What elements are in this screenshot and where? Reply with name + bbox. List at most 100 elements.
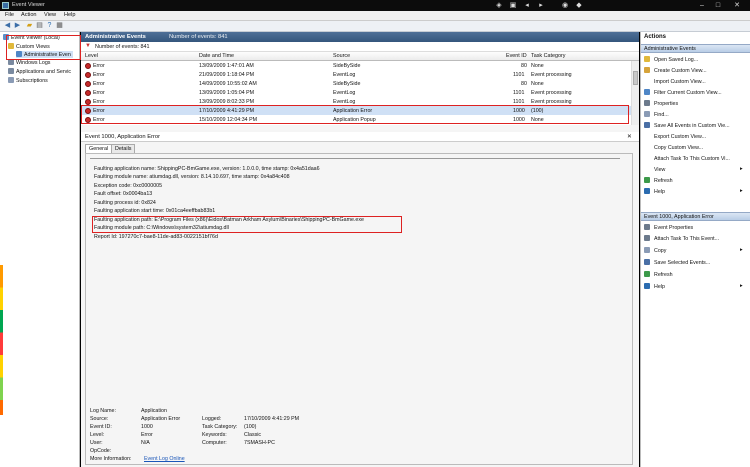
- action-open-saved-log[interactable]: Open Saved Log...: [644, 56, 698, 63]
- label-source: Source:: [90, 416, 109, 422]
- event-log-online-link[interactable]: Event Log Online: [144, 456, 185, 462]
- label-keywords: Keywords:: [202, 432, 227, 438]
- action-find[interactable]: Find...: [644, 111, 669, 118]
- action-save-all-events[interactable]: Save All Events in Custom Vie...: [644, 122, 730, 129]
- col-source[interactable]: Source: [333, 53, 350, 59]
- action-save-selected-events[interactable]: Save Selected Events...: [644, 259, 710, 266]
- action-export-custom-view[interactable]: Export Custom View...: [644, 133, 706, 140]
- value-computer: 7SMASH-PC: [244, 440, 275, 446]
- restore-icon[interactable]: ◈: [494, 1, 504, 10]
- table-row[interactable]: Error 13/09/2009 1:05:04 PM EventLog 110…: [81, 88, 631, 97]
- action-view[interactable]: View ▸: [644, 166, 743, 173]
- event-count-bar: ▼ Number of events: 841: [81, 42, 639, 52]
- value-user: N/A: [141, 440, 150, 446]
- table-row[interactable]: Error 13/09/2009 1:47:01 AM SideBySide 8…: [81, 61, 631, 70]
- filter-icon: [644, 89, 650, 95]
- menu-action[interactable]: Action: [21, 12, 37, 18]
- highlight-box: [81, 105, 629, 124]
- submenu-arrow-icon: ▸: [740, 247, 743, 253]
- properties-icon[interactable]: ▤: [35, 22, 44, 30]
- error-icon: [85, 89, 91, 96]
- actions-section-administrative-events[interactable]: Administrative Events: [641, 44, 750, 53]
- task-icon: [644, 235, 650, 241]
- folder-icon[interactable]: ▰: [25, 22, 34, 30]
- properties-icon: [644, 100, 650, 106]
- forward-icon[interactable]: ▶: [13, 22, 22, 30]
- action-attach-task-custom-view[interactable]: Attach Task To This Custom Vi...: [644, 155, 730, 162]
- action-help[interactable]: Help ▸: [644, 188, 743, 195]
- expand-icon[interactable]: ◂: [522, 1, 532, 10]
- action-attach-task-event[interactable]: Attach Task To This Event...: [644, 235, 719, 242]
- help-icon: [644, 188, 650, 194]
- col-event-id[interactable]: Event ID: [506, 53, 527, 59]
- event-list[interactable]: Error 13/09/2009 1:47:01 AM SideBySide 8…: [81, 61, 631, 125]
- list-header: Administrative Events Number of events: …: [81, 32, 639, 42]
- value-log-name: Application: [141, 408, 167, 414]
- tab-details[interactable]: Details: [111, 144, 136, 153]
- event-message[interactable]: Faulting application name: ShippingPC-Bm…: [90, 158, 620, 390]
- event-list-scrollbar[interactable]: [631, 61, 639, 125]
- subscriptions-icon: [8, 77, 14, 83]
- blank-icon: [644, 133, 650, 139]
- close-detail-icon[interactable]: ✕: [627, 134, 632, 140]
- toolbar: ◀ ▶ ▰ ▤ ? ▦: [0, 21, 750, 32]
- tree-item-windows-logs[interactable]: Windows Logs: [8, 59, 50, 66]
- menu-bar: File Action View Help: [0, 11, 750, 21]
- table-row[interactable]: Error 14/09/2009 10:55:02 AM SideBySide …: [81, 79, 631, 88]
- value-logged: 17/10/2009 4:41:29 PM: [244, 416, 300, 422]
- error-icon: [85, 62, 91, 69]
- action-create-custom-view[interactable]: Create Custom View...: [644, 67, 707, 74]
- table-row[interactable]: Error 21/09/2009 1:18:04 PM EventLog 110…: [81, 70, 631, 79]
- action-copy[interactable]: Copy ▸: [644, 247, 743, 254]
- label-level: Level:: [90, 432, 105, 438]
- logs-folder-icon: [8, 68, 14, 74]
- open-folder-icon: [644, 56, 650, 62]
- back-icon[interactable]: ◀: [3, 22, 12, 30]
- label-task-category: Task Category:: [202, 424, 238, 430]
- event-detail-pane: Event 1000, Application Error ✕ General …: [81, 132, 639, 467]
- action-copy-custom-view[interactable]: Copy Custom View...: [644, 144, 703, 151]
- tree-item-applications-services[interactable]: Applications and Servic: [8, 68, 71, 75]
- action-filter-current-custom-view[interactable]: Filter Current Custom View...: [644, 89, 722, 96]
- scroll-thumb[interactable]: [633, 71, 638, 85]
- help-icon: [644, 283, 650, 289]
- minimize-icon[interactable]: –: [696, 1, 708, 10]
- action-event-properties[interactable]: Event Properties: [644, 224, 693, 231]
- col-task-category[interactable]: Task Category: [531, 53, 565, 59]
- actions-section-event-1000[interactable]: Event 1000, Application Error: [641, 212, 750, 221]
- play-icon[interactable]: ▸: [536, 1, 546, 10]
- maximize-icon[interactable]: □: [712, 1, 724, 10]
- submenu-arrow-icon: ▸: [740, 166, 743, 172]
- title-bar: Event Viewer ◈ ▣ ◂ ▸ ◉ ◆ – □ ✕: [0, 0, 750, 11]
- menu-file[interactable]: File: [5, 12, 14, 18]
- value-level: Error: [141, 432, 153, 438]
- col-datetime[interactable]: Date and Time: [199, 53, 234, 59]
- tree-item-subscriptions[interactable]: Subscriptions: [8, 77, 48, 84]
- help-icon[interactable]: ?: [45, 22, 54, 30]
- general-tab-body: Faulting application name: ShippingPC-Bm…: [85, 153, 633, 465]
- action-import-custom-view[interactable]: Import Custom View...: [644, 78, 706, 85]
- tab-general[interactable]: General: [85, 144, 113, 153]
- filter-icon: ▼: [85, 43, 91, 49]
- pin-icon[interactable]: ◉: [560, 1, 570, 10]
- options-icon[interactable]: ◆: [574, 1, 584, 10]
- action-refresh[interactable]: Refresh: [644, 177, 673, 184]
- blank-icon: [644, 144, 650, 150]
- refresh-icon: [644, 177, 650, 183]
- label-log-name: Log Name:: [90, 408, 116, 414]
- minimize-to-tray-icon[interactable]: ▣: [508, 1, 518, 10]
- label-user: User:: [90, 440, 103, 446]
- center-pane: Administrative Events Number of events: …: [81, 32, 639, 467]
- action-properties[interactable]: Properties: [644, 100, 678, 107]
- action-help-event[interactable]: Help ▸: [644, 283, 743, 290]
- menu-help[interactable]: Help: [64, 12, 76, 18]
- console-tree-icon[interactable]: ▦: [55, 22, 64, 30]
- col-level[interactable]: Level: [85, 53, 98, 59]
- action-refresh-event[interactable]: Refresh: [644, 271, 673, 278]
- close-icon[interactable]: ✕: [730, 1, 744, 10]
- window-title: Event Viewer: [12, 2, 45, 8]
- blank-icon: [644, 155, 650, 161]
- menu-view[interactable]: View: [44, 12, 56, 18]
- label-event-id: Event ID:: [90, 424, 112, 430]
- filter-icon: [644, 67, 650, 73]
